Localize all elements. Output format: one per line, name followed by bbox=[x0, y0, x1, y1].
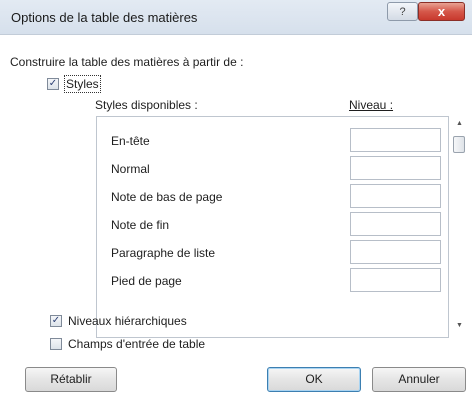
reset-button[interactable]: Rétablir bbox=[25, 367, 117, 392]
dialog-titlebar: Options de la table des matières ? x bbox=[0, 0, 472, 35]
level-input[interactable] bbox=[350, 128, 441, 152]
style-name: Paragraphe de liste bbox=[111, 246, 216, 260]
style-name: En-tête bbox=[111, 134, 150, 148]
table-entry-fields-label[interactable]: Champs d'entrée de table bbox=[68, 337, 205, 351]
scroll-up-icon[interactable]: ▲ bbox=[456, 120, 463, 127]
table-entry-fields-checkbox[interactable] bbox=[50, 338, 62, 350]
styles-scrollbar[interactable]: ▲ ▼ bbox=[452, 116, 467, 338]
dialog-title: Options de la table des matières bbox=[11, 10, 198, 25]
outline-levels-checkbox[interactable]: ✓ bbox=[50, 315, 62, 327]
list-item[interactable]: Note de bas de page bbox=[97, 184, 450, 212]
styles-checkbox[interactable]: ✓ bbox=[47, 78, 59, 90]
level-header: Niveau : bbox=[349, 98, 394, 112]
style-name: Note de bas de page bbox=[111, 190, 223, 204]
level-input[interactable] bbox=[350, 212, 441, 236]
scroll-thumb[interactable] bbox=[453, 136, 465, 153]
style-name: Normal bbox=[111, 162, 150, 176]
dialog-body: Construire la table des matières à parti… bbox=[0, 35, 472, 407]
list-item[interactable]: Pied de page bbox=[97, 268, 450, 296]
style-name: Pied de page bbox=[111, 274, 182, 288]
level-input[interactable] bbox=[350, 184, 441, 208]
list-item[interactable]: Paragraphe de liste bbox=[97, 240, 450, 268]
close-icon: x bbox=[437, 4, 446, 19]
outline-levels-label[interactable]: Niveaux hiérarchiques bbox=[68, 314, 187, 328]
scroll-down-icon[interactable]: ▼ bbox=[456, 322, 463, 329]
help-button[interactable]: ? bbox=[387, 2, 418, 21]
close-button[interactable]: x bbox=[418, 2, 465, 21]
help-icon: ? bbox=[399, 6, 406, 18]
level-input[interactable] bbox=[350, 268, 441, 292]
cancel-button[interactable]: Annuler bbox=[372, 367, 466, 392]
list-item[interactable]: Normal bbox=[97, 156, 450, 184]
ok-button[interactable]: OK bbox=[267, 367, 361, 392]
list-item[interactable]: En-tête bbox=[97, 128, 450, 156]
style-name: Note de fin bbox=[111, 218, 170, 232]
check-icon: ✓ bbox=[48, 78, 58, 89]
styles-list[interactable]: En-tête Normal Note de bas de page Note … bbox=[96, 116, 449, 338]
level-input[interactable] bbox=[350, 240, 441, 264]
level-input[interactable] bbox=[350, 156, 441, 180]
styles-checkbox-label[interactable]: Styles bbox=[64, 75, 101, 93]
build-from-label: Construire la table des matières à parti… bbox=[10, 55, 244, 69]
available-styles-header: Styles disponibles : bbox=[95, 98, 198, 112]
list-item[interactable]: Note de fin bbox=[97, 212, 450, 240]
check-icon: ✓ bbox=[51, 315, 61, 326]
